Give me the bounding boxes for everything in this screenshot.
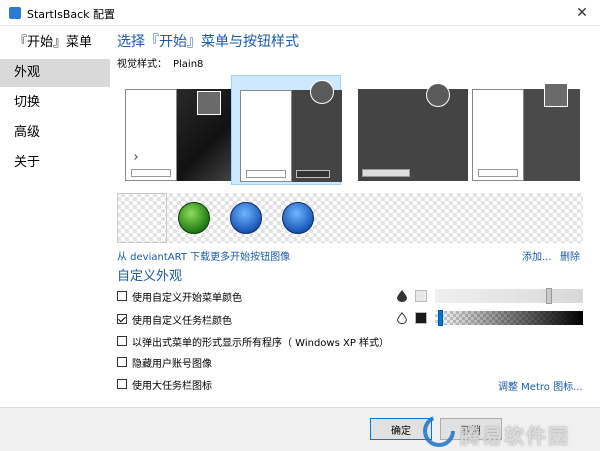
- option-custom-taskbar-color[interactable]: 使用自定义任务栏颜色: [117, 311, 232, 327]
- style-preview-4[interactable]: [464, 75, 580, 185]
- sidebar-item-switching[interactable]: 切换: [0, 89, 110, 117]
- style-preview-1[interactable]: [117, 75, 233, 185]
- style-preview-2[interactable]: [231, 75, 342, 185]
- add-link[interactable]: 添加...: [522, 248, 552, 263]
- user-icon: [197, 91, 221, 115]
- sidebar: 『开始』菜单 外观 切换 高级 关于: [0, 27, 110, 407]
- watermark-logo-icon: [423, 415, 455, 447]
- start-menu-color-slider[interactable]: [435, 288, 583, 304]
- sidebar-item-about[interactable]: 关于: [0, 149, 110, 177]
- option-label: 使用自定义任务栏颜色: [132, 315, 232, 327]
- user-icon: [426, 83, 450, 107]
- close-icon: ✕: [576, 5, 588, 21]
- drop-filled-icon: [397, 290, 407, 302]
- start-menu-color-swatch[interactable]: [415, 290, 427, 302]
- sidebar-item-start-menu[interactable]: 『开始』菜单: [0, 29, 110, 57]
- checkbox[interactable]: [117, 357, 127, 367]
- watermark: 腾易软件园: [422, 414, 597, 448]
- windows-orb-icon[interactable]: [282, 202, 314, 234]
- windows-orb-icon[interactable]: [230, 202, 262, 234]
- checkbox[interactable]: [117, 379, 127, 389]
- deviantart-link[interactable]: 从 deviantART 下载更多开始按钮图像: [117, 248, 290, 263]
- close-button[interactable]: ✕: [564, 0, 600, 26]
- delete-link[interactable]: 删除: [560, 248, 580, 263]
- style-preview-1-image: [125, 89, 233, 181]
- watermark-text: 腾易软件园: [460, 424, 570, 448]
- checkbox[interactable]: [117, 291, 127, 301]
- checkbox[interactable]: [117, 336, 127, 346]
- visual-style-value: Plain8: [173, 59, 204, 70]
- option-label: 隐藏用户账号图像: [132, 358, 212, 370]
- drop-outline-icon: [397, 312, 407, 324]
- custom-appearance-title: 自定义外观: [117, 269, 183, 284]
- sidebar-item-advanced[interactable]: 高级: [0, 119, 110, 147]
- user-icon: [544, 83, 568, 107]
- app-icon: [9, 7, 21, 19]
- title-bar: StartIsBack 配置 ✕: [0, 0, 600, 26]
- start-button-orb-strip: [117, 193, 583, 243]
- style-preview-3[interactable]: [350, 75, 468, 185]
- taskbar-color-slider[interactable]: [435, 310, 583, 326]
- start-menu-slider-thumb[interactable]: [546, 288, 552, 304]
- sidebar-item-appearance[interactable]: 外观: [0, 59, 110, 87]
- taskbar-slider-thumb[interactable]: [438, 310, 443, 326]
- visual-style-label: 视觉样式：: [117, 59, 167, 70]
- style-preview-4-image: [472, 83, 580, 181]
- option-label: 使用大任务栏图标: [132, 380, 212, 392]
- metro-icons-link[interactable]: 调整 Metro 图标...: [498, 378, 583, 393]
- visual-style-row: 视觉样式： Plain8: [117, 55, 203, 70]
- option-hide-user-picture[interactable]: 隐藏用户账号图像: [117, 354, 212, 370]
- option-large-taskbar-icons[interactable]: 使用大任务栏图标: [117, 376, 212, 392]
- taskbar-color-swatch[interactable]: [415, 312, 427, 324]
- user-icon: [310, 80, 334, 104]
- style-preview-3-image: [358, 83, 468, 181]
- style-preview-2-image: [240, 80, 342, 182]
- clover-orb-icon[interactable]: [178, 202, 210, 234]
- option-xp-style-programs[interactable]: 以弹出式菜单的形式显示所有程序（ Windows XP 样式）: [117, 333, 389, 349]
- main-panel: 选择『开始』菜单与按钮样式 视觉样式： Plain8 从 deviantART …: [110, 27, 600, 407]
- option-label: 以弹出式菜单的形式显示所有程序（ Windows XP 样式）: [132, 337, 390, 349]
- checkbox-checked[interactable]: [117, 314, 127, 324]
- window-title: StartIsBack 配置: [27, 8, 116, 21]
- option-label: 使用自定义开始菜单颜色: [132, 292, 242, 304]
- bottom-bar: 确定 取消 腾易软件园: [0, 407, 600, 451]
- orb-blank[interactable]: [117, 193, 167, 243]
- page-title: 选择『开始』菜单与按钮样式: [117, 34, 299, 50]
- option-custom-start-color[interactable]: 使用自定义开始菜单颜色: [117, 288, 242, 304]
